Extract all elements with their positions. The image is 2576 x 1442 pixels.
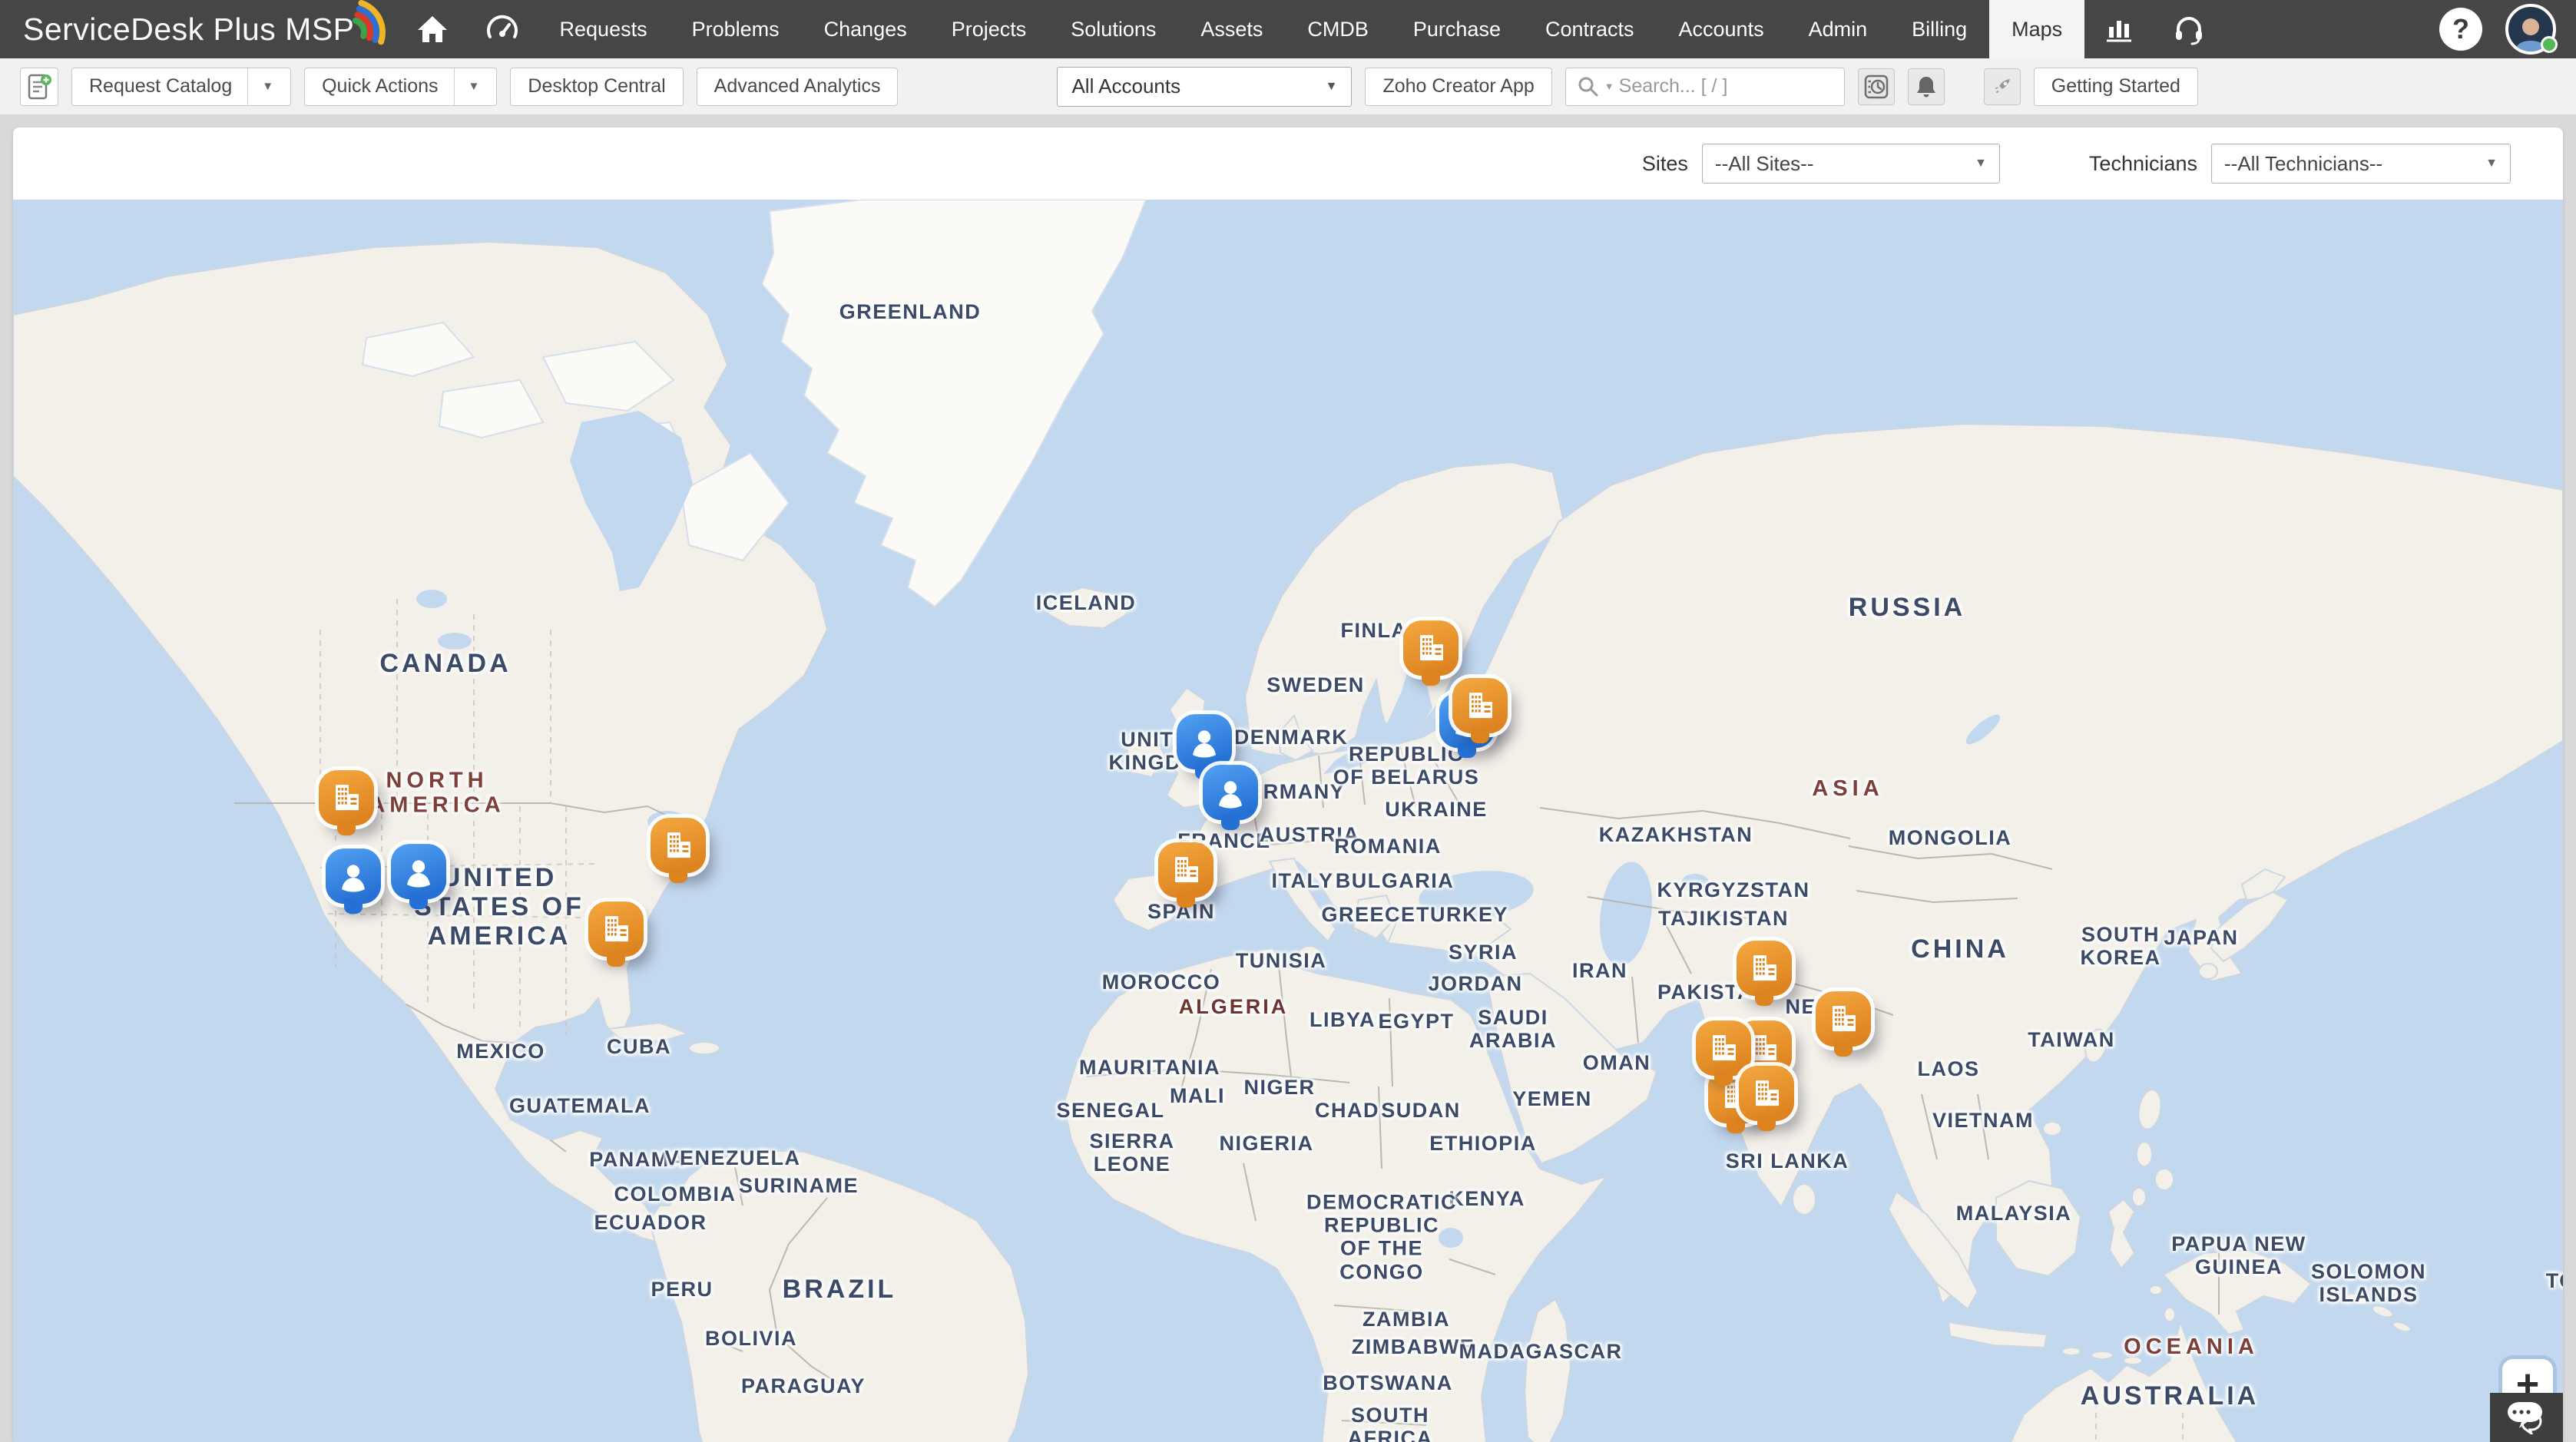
sites-filter-label: Sites (1642, 152, 1688, 176)
top-navigation-bar: ServiceDesk Plus MSP Requests Problems C… (0, 0, 2576, 58)
nav-item-purchase[interactable]: Purchase (1391, 0, 1523, 58)
site-marker[interactable] (588, 901, 644, 957)
app-logo[interactable]: ServiceDesk Plus MSP (0, 0, 398, 58)
help-icon[interactable]: ? (2439, 8, 2482, 51)
new-request-icon-button[interactable] (20, 68, 58, 106)
chevron-down-icon: ▼ (1326, 80, 1338, 94)
desktop-central-button[interactable]: Desktop Central (510, 68, 683, 106)
site-marker[interactable] (651, 818, 706, 873)
live-chat-button[interactable] (2490, 1393, 2563, 1442)
technician-marker[interactable] (1177, 714, 1232, 769)
map-filter-bar: Sites --All Sites-- ▼ Technicians --All … (13, 127, 2563, 200)
world-map[interactable]: GREENLANDICELANDCANADANORTH AMERICAUNITE… (13, 200, 2563, 1442)
site-marker[interactable] (319, 770, 374, 825)
nav-item-accounts[interactable]: Accounts (1657, 0, 1786, 58)
site-marker[interactable] (1737, 941, 1792, 996)
reports-bar-chart-icon[interactable] (2084, 0, 2154, 58)
bell-icon (1914, 74, 1939, 99)
nav-item-assets[interactable]: Assets (1178, 0, 1285, 58)
notifications-icon-button[interactable] (1908, 68, 1945, 105)
nav-item-contracts[interactable]: Contracts (1523, 0, 1657, 58)
accounts-dropdown[interactable]: All Accounts ▼ (1057, 67, 1352, 107)
whats-new-icon-button[interactable] (1984, 68, 2021, 105)
technician-marker[interactable] (391, 844, 446, 899)
nav-item-solutions[interactable]: Solutions (1048, 0, 1178, 58)
site-marker[interactable] (1403, 620, 1459, 676)
recent-items-clock-icon (1863, 74, 1889, 100)
rocket-icon (1990, 74, 2015, 99)
nav-item-requests[interactable]: Requests (538, 0, 670, 58)
sites-dropdown-value: --All Sites-- (1715, 152, 1814, 176)
zoho-creator-label: Zoho Creator App (1382, 75, 1534, 98)
technicians-dropdown-value: --All Technicians-- (2224, 152, 2382, 176)
request-catalog-button[interactable]: Request Catalog ▼ (71, 68, 291, 106)
site-marker[interactable] (1696, 1020, 1751, 1076)
header-right-cluster: ? (2439, 0, 2576, 58)
site-marker[interactable] (1816, 991, 1871, 1047)
technician-marker[interactable] (1203, 765, 1258, 820)
technicians-dropdown[interactable]: --All Technicians-- ▼ (2211, 144, 2511, 184)
nav-item-admin[interactable]: Admin (1786, 0, 1890, 58)
home-icon[interactable] (398, 0, 467, 58)
chat-bubbles-icon (2505, 1401, 2548, 1434)
site-marker[interactable] (1739, 1066, 1794, 1121)
logo-swoosh-icon (343, 0, 390, 46)
zoho-creator-app-button[interactable]: Zoho Creator App (1365, 68, 1551, 106)
nav-item-problems[interactable]: Problems (670, 0, 802, 58)
nav-item-maps-active[interactable]: Maps (1989, 0, 2084, 58)
nav-item-billing[interactable]: Billing (1889, 0, 1989, 58)
chevron-down-icon: ▼ (454, 68, 480, 105)
desktop-central-label: Desktop Central (528, 75, 665, 98)
main-nav: Requests Problems Changes Projects Solut… (538, 0, 2085, 58)
chevron-down-icon: ▼ (247, 68, 273, 105)
search-icon (1577, 75, 1600, 98)
search-input[interactable] (1619, 75, 1803, 98)
nav-item-cmdb[interactable]: CMDB (1285, 0, 1391, 58)
accounts-dropdown-value: All Accounts (1071, 74, 1180, 98)
advanced-analytics-button[interactable]: Advanced Analytics (697, 68, 899, 106)
user-avatar[interactable] (2505, 4, 2556, 55)
quick-actions-label: Quick Actions (322, 75, 438, 98)
dashboard-gauge-icon[interactable] (467, 0, 538, 58)
maps-content-panel: Sites --All Sites-- ▼ Technicians --All … (13, 127, 2563, 1442)
technician-marker[interactable] (326, 848, 381, 904)
advanced-analytics-label: Advanced Analytics (714, 75, 881, 98)
headset-icon[interactable] (2154, 0, 2224, 58)
sites-dropdown[interactable]: --All Sites-- ▼ (1702, 144, 2000, 184)
nav-item-projects[interactable]: Projects (929, 0, 1049, 58)
getting-started-label: Getting Started (2051, 75, 2180, 98)
recent-items-icon-button[interactable] (1858, 68, 1895, 105)
quick-actions-button[interactable]: Quick Actions ▼ (304, 68, 497, 106)
site-marker[interactable] (1452, 678, 1508, 733)
technicians-filter-label: Technicians (2089, 152, 2197, 176)
getting-started-button[interactable]: Getting Started (2034, 68, 2198, 106)
chevron-down-icon: ▼ (1975, 157, 1987, 170)
site-marker[interactable] (1158, 842, 1214, 898)
chevron-down-icon: ▼ (2485, 157, 2498, 170)
online-status-dot (2541, 36, 2558, 53)
search-scope-caret-icon[interactable]: ▼ (1604, 81, 1614, 92)
global-search: ▼ (1565, 68, 1845, 106)
world-map-land (13, 200, 2563, 1442)
request-catalog-label: Request Catalog (89, 75, 232, 98)
app-logo-text: ServiceDesk Plus MSP (23, 12, 355, 48)
secondary-toolbar: Request Catalog ▼ Quick Actions ▼ Deskto… (0, 58, 2576, 115)
nav-item-changes[interactable]: Changes (802, 0, 929, 58)
